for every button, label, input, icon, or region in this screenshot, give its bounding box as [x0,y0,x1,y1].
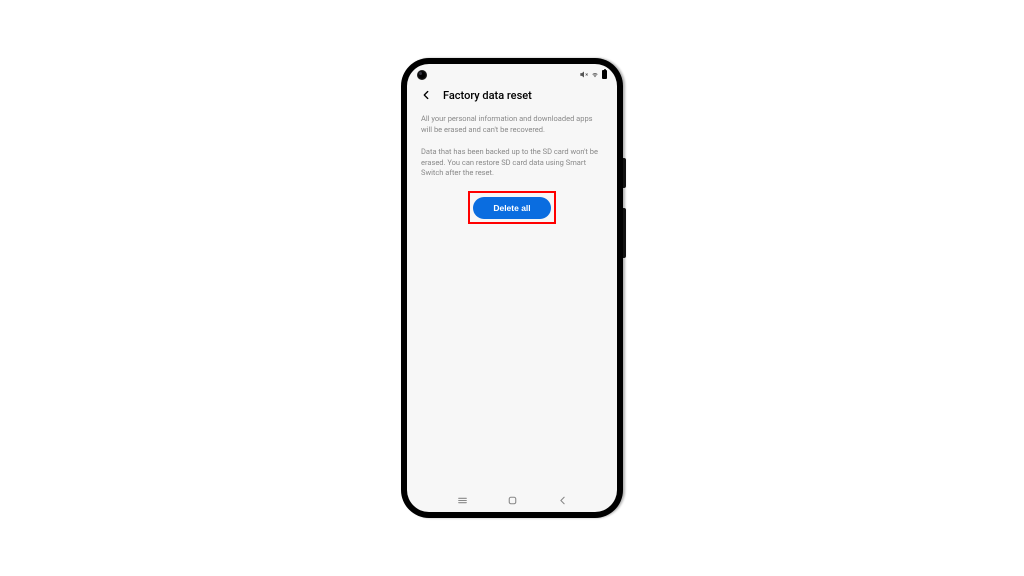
highlight-annotation: Delete all [468,191,555,224]
power-button [623,208,626,258]
home-button[interactable] [504,492,520,508]
volume-button [623,158,626,188]
mute-icon [580,70,588,78]
phone-screen: Factory data reset All your personal inf… [407,64,617,512]
status-bar [407,64,617,84]
page-title: Factory data reset [443,89,532,102]
button-container: Delete all [421,191,603,224]
page-header: Factory data reset [407,84,617,108]
info-paragraph-1: All your personal information and downlo… [421,114,603,135]
info-paragraph-2: Data that has been backed up to the SD c… [421,147,603,179]
recent-apps-button[interactable] [454,492,470,508]
navigation-bar [407,488,617,512]
nav-back-button[interactable] [554,492,570,508]
phone-frame: Factory data reset All your personal inf… [401,58,623,518]
front-camera [417,70,427,80]
wifi-icon [591,70,599,78]
back-button[interactable] [419,88,433,102]
delete-all-button[interactable]: Delete all [473,197,550,219]
page-content: All your personal information and downlo… [407,108,617,488]
battery-icon [602,70,607,79]
